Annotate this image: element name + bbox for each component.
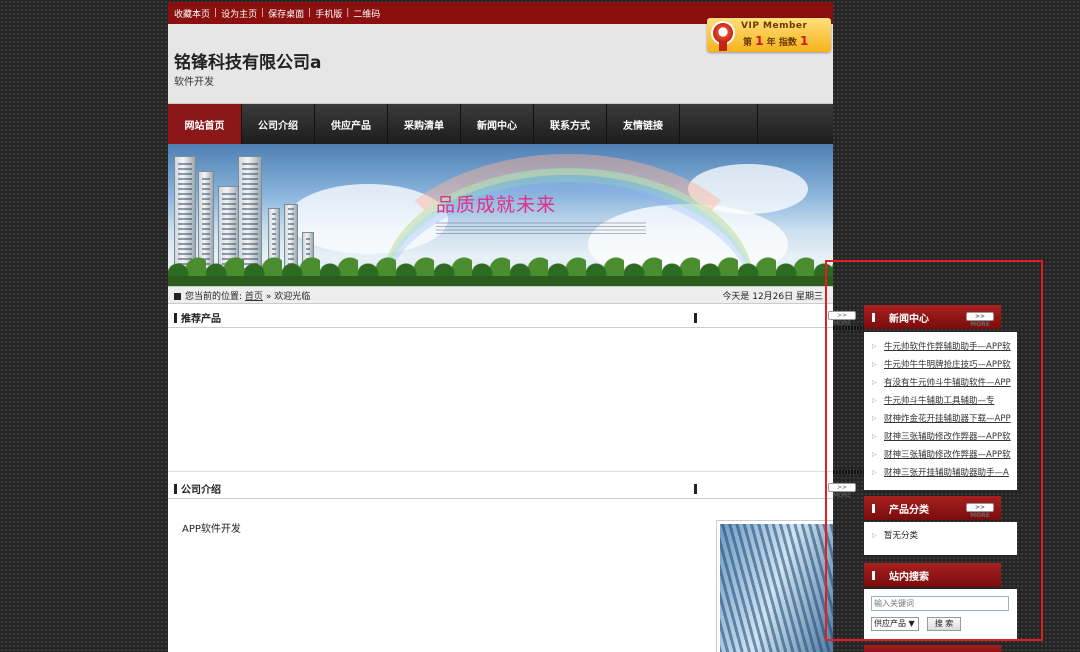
location-bar: 您当前的位置: 首页 » 欢迎光临 今天是 12月26日 星期三	[168, 286, 833, 304]
header-bar-icon	[694, 313, 697, 323]
breadcrumb: 您当前的位置: 首页 » 欢迎光临	[174, 289, 310, 302]
mobile-version-link[interactable]: 手机版	[315, 7, 342, 20]
site-header: 铭锋科技有限公司a 软件开发 VIP Member 第 1 年 指数 1	[168, 18, 833, 104]
vip-title: VIP Member	[741, 21, 808, 31]
header-bar-icon	[174, 312, 177, 323]
breadcrumb-separator: »	[265, 291, 272, 302]
nav-home[interactable]: 网站首页	[168, 104, 242, 144]
banner-small-text	[436, 220, 646, 234]
company-building-image	[716, 520, 833, 652]
save-desktop-link[interactable]: 保存桌面	[268, 7, 304, 20]
separator: |	[214, 8, 218, 18]
vip-index-label: 指数	[778, 38, 797, 48]
vip-year-suffix: 年	[766, 38, 776, 48]
panel-header: 公司介绍	[168, 479, 833, 499]
nav-company-intro[interactable]: 公司介绍	[242, 104, 315, 144]
highlight-box	[825, 260, 1043, 641]
separator: |	[308, 8, 312, 18]
nav-contact[interactable]: 联系方式	[534, 104, 607, 144]
breadcrumb-current: 欢迎光临	[274, 291, 311, 302]
intro-text: APP软件开发	[182, 524, 241, 535]
location-prefix: 您当前的位置:	[185, 291, 243, 302]
panel-header: 推荐产品	[168, 308, 833, 328]
panel-title: 公司介绍	[181, 485, 221, 496]
ground	[168, 276, 833, 286]
nav-purchase-list[interactable]: 采购清单	[388, 104, 461, 144]
breadcrumb-home[interactable]: 首页	[245, 292, 263, 302]
main-nav: 网站首页 公司介绍 供应产品 采购清单 新闻中心 联系方式 友情链接	[168, 104, 833, 144]
recommended-products-panel: 推荐产品	[168, 308, 833, 472]
separator: |	[261, 8, 265, 18]
header-bar-icon	[694, 484, 697, 494]
vip-year-prefix: 第	[743, 38, 753, 48]
vip-stats: 第 1 年 指数 1	[743, 34, 808, 48]
banner-slogan: 品质成就未来	[436, 194, 557, 216]
company-intro-panel: 公司介绍 APP软件开发	[168, 479, 833, 652]
nav-products[interactable]: 供应产品	[315, 104, 388, 144]
bookmark-link[interactable]: 收藏本页	[174, 7, 210, 20]
separator: |	[346, 8, 350, 18]
square-icon	[174, 292, 181, 300]
page-content: 收藏本页 | 设为主页 | 保存桌面 | 手机版 | 二维码 铭锋科技有限公司a…	[168, 2, 833, 652]
next-section-header	[864, 645, 1001, 652]
set-homepage-link[interactable]: 设为主页	[221, 7, 257, 20]
header-bar-icon	[174, 483, 177, 494]
nav-news[interactable]: 新闻中心	[461, 104, 534, 144]
medal-icon	[711, 21, 735, 51]
date-text: 今天是 12月26日 星期三	[722, 291, 823, 302]
vip-member-badge: VIP Member 第 1 年 指数 1	[707, 18, 831, 52]
building-photo	[720, 524, 833, 652]
qr-code-link[interactable]: 二维码	[353, 7, 380, 20]
banner-image: 品质成就未来	[168, 144, 833, 286]
nav-spacer	[680, 104, 758, 144]
vip-index: 1	[799, 34, 809, 48]
vip-year: 1	[755, 34, 764, 48]
company-name: 铭锋科技有限公司a	[174, 53, 322, 73]
nav-friend-links[interactable]: 友情链接	[607, 104, 680, 144]
panel-title: 推荐产品	[181, 314, 221, 325]
company-tagline: 软件开发	[174, 77, 214, 88]
